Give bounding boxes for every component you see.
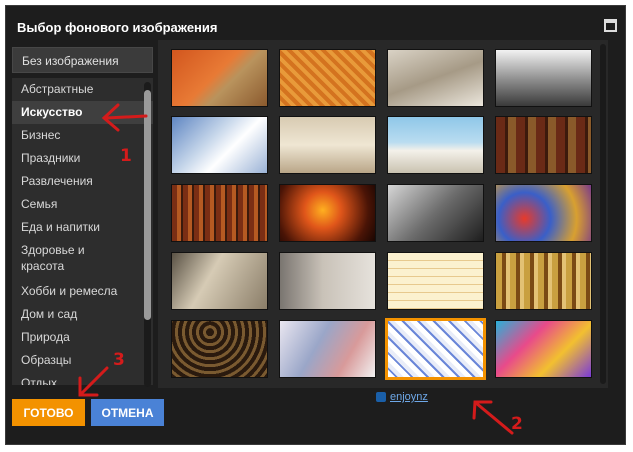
image-grid: [158, 40, 608, 388]
image-thumb[interactable]: [279, 49, 376, 107]
category-item-nature[interactable]: Природа: [12, 326, 153, 349]
maximize-icon[interactable]: [604, 19, 617, 32]
annotation-number-1: 1: [120, 146, 132, 166]
no-image-option[interactable]: Без изображения: [12, 47, 153, 73]
image-thumb[interactable]: [171, 184, 268, 242]
image-grid-scrollbar[interactable]: [600, 44, 606, 384]
image-thumb[interactable]: [387, 252, 484, 310]
image-thumb[interactable]: [387, 49, 484, 107]
image-thumb[interactable]: [279, 252, 376, 310]
image-thumb[interactable]: [279, 184, 376, 242]
image-thumb[interactable]: [495, 320, 592, 378]
category-item-holidays[interactable]: Праздники: [12, 147, 153, 170]
author-icon: [376, 392, 386, 402]
image-thumb[interactable]: [171, 116, 268, 174]
category-item-food[interactable]: Еда и напитки: [12, 216, 153, 239]
cancel-button[interactable]: ОТМЕНА: [91, 399, 164, 426]
image-thumb[interactable]: [495, 116, 592, 174]
category-item-entertainment[interactable]: Развлечения: [12, 170, 153, 193]
image-thumb[interactable]: [171, 252, 268, 310]
category-item-leisure[interactable]: Отдых: [12, 372, 153, 385]
category-item-business[interactable]: Бизнес: [12, 124, 153, 147]
annotation-number-3: 3: [113, 350, 125, 370]
done-button[interactable]: ГОТОВО: [12, 399, 85, 426]
image-thumb[interactable]: [279, 116, 376, 174]
category-item-abstract[interactable]: Абстрактные: [12, 78, 153, 101]
category-item-home[interactable]: Дом и сад: [12, 303, 153, 326]
category-item-patterns[interactable]: Образцы: [12, 349, 153, 372]
image-thumb-selected[interactable]: [385, 318, 486, 380]
category-sidebar: Без изображения Абстрактные Искусство Би…: [12, 47, 153, 387]
image-thumb[interactable]: [171, 49, 268, 107]
dialog-title: Выбор фонового изображения: [17, 20, 218, 35]
image-thumb[interactable]: [387, 184, 484, 242]
image-thumb[interactable]: [171, 320, 268, 378]
image-thumb[interactable]: [279, 320, 376, 378]
category-item-health[interactable]: Здоровье и красота: [12, 239, 122, 280]
category-list: Абстрактные Искусство Бизнес Праздники Р…: [12, 78, 153, 385]
category-scroll-thumb[interactable]: [144, 90, 151, 320]
image-credit-text[interactable]: enjoynz: [390, 391, 428, 403]
category-item-art[interactable]: Искусство: [12, 101, 153, 124]
category-scrollbar[interactable]: [144, 82, 151, 387]
category-item-family[interactable]: Семья: [12, 193, 153, 216]
category-item-hobbies[interactable]: Хобби и ремесла: [12, 280, 153, 303]
annotation-number-2: 2: [511, 414, 523, 434]
image-thumb[interactable]: [495, 252, 592, 310]
image-thumb[interactable]: [495, 184, 592, 242]
image-thumb[interactable]: [387, 116, 484, 174]
image-credit-link[interactable]: enjoynz: [376, 391, 428, 405]
image-thumb[interactable]: [495, 49, 592, 107]
